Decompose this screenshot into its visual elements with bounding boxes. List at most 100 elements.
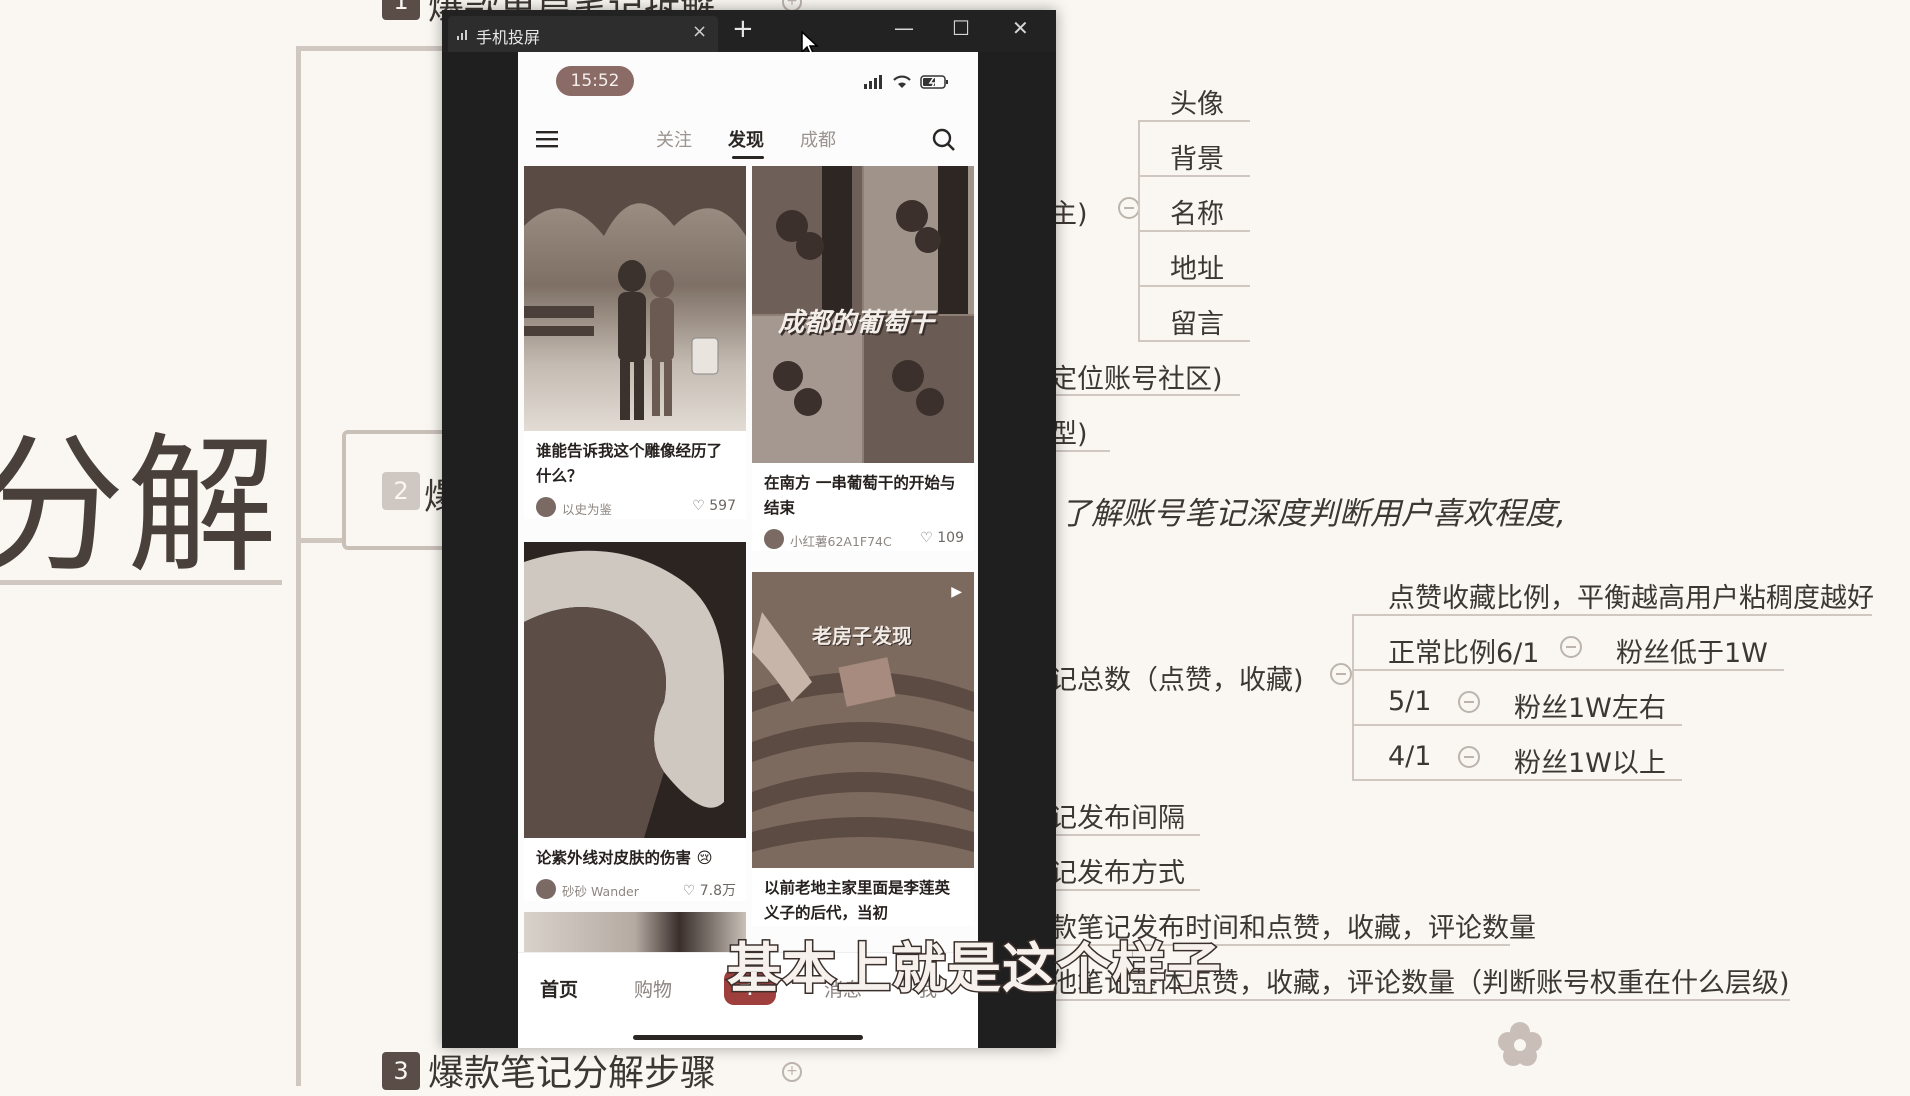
nav-home[interactable]: 首页	[540, 975, 578, 1002]
ratio-title: 点赞收藏比例，平衡越高用户粘稠度越好	[1388, 583, 1874, 614]
item-underline	[1352, 779, 1682, 781]
collapse-icon[interactable]	[1458, 746, 1480, 768]
profile-item[interactable]: 背景	[1170, 137, 1224, 176]
ratio-fans[interactable]: 粉丝1W左右	[1514, 686, 1666, 725]
like-count: 7.8万	[699, 883, 736, 899]
battery-icon	[920, 75, 948, 89]
item-underline	[1138, 285, 1250, 287]
item-underline	[1138, 340, 1250, 342]
tab-discover[interactable]: 发现	[728, 126, 764, 152]
item-underline	[1050, 394, 1240, 396]
tab-follow[interactable]: 关注	[656, 126, 692, 152]
avatar[interactable]	[764, 529, 784, 549]
card-photo: 老房子发现 ▶	[752, 572, 974, 868]
connector-line	[0, 580, 282, 585]
phone-screen: 15:52 关注 发现 成都 谁能告诉我这个雕像经历了什么？ 以史为鉴 ♡ 59…	[518, 52, 978, 1048]
like-count: 109	[937, 530, 964, 546]
ratio-value[interactable]: 5/1	[1388, 686, 1431, 717]
flower-logo-icon	[1498, 1022, 1542, 1066]
window-titlebar[interactable]: 手机投屏 × + — ☐ ✕	[442, 10, 1056, 52]
avatar[interactable]	[536, 497, 556, 517]
collapse-icon[interactable]	[1330, 663, 1352, 685]
branch-total-label[interactable]: 记总数（点赞，收藏)	[1050, 658, 1304, 697]
search-icon[interactable]	[932, 128, 956, 152]
active-tab-indicator	[732, 156, 764, 159]
feed-card[interactable]: 老房子发现 ▶ 以前老地主家里面是李莲英义子的后代，当初	[752, 572, 974, 926]
item-underline	[1050, 450, 1110, 452]
item-underline	[1138, 120, 1250, 122]
profile-item[interactable]: 地址	[1170, 247, 1224, 286]
card-overlay-text: 老房子发现	[812, 624, 912, 648]
feed-card[interactable]: 成都的葡萄干 在南方 一串葡萄干的开始与结束 小红薯62A1F74C ♡ 109	[752, 166, 974, 551]
ratio-fans[interactable]: 粉丝1W以上	[1514, 741, 1666, 780]
item-underline	[1138, 230, 1250, 232]
item-underline	[1352, 724, 1682, 726]
card-likes[interactable]: ♡ 7.8万	[683, 880, 736, 900]
branch-interval-label[interactable]: 记发布间隔	[1050, 796, 1185, 835]
card-title: 在南方 一串葡萄干的开始与结束	[764, 474, 956, 517]
connector-line	[296, 46, 446, 51]
like-count: 597	[709, 498, 736, 514]
minimize-icon[interactable]: —	[894, 16, 914, 40]
tab-close-icon[interactable]: ×	[692, 21, 707, 42]
profile-item[interactable]: 留言	[1170, 302, 1224, 341]
item-underline	[1352, 669, 1784, 671]
close-icon[interactable]: ✕	[1012, 16, 1029, 40]
item-underline	[1050, 889, 1200, 891]
card-photo	[524, 166, 746, 431]
italic-note: 了解账号笔记深度判断用户喜欢程度,	[1060, 496, 1566, 532]
tab-title: 手机投屏	[476, 28, 541, 47]
avatar[interactable]	[536, 879, 556, 899]
status-icons	[864, 72, 950, 92]
wifi-icon	[893, 75, 911, 88]
maximize-icon[interactable]: ☐	[952, 16, 970, 40]
connector-line	[1352, 614, 1354, 779]
card-likes[interactable]: ♡ 109	[920, 530, 964, 546]
collapse-icon[interactable]	[1560, 636, 1582, 658]
tab-city[interactable]: 成都	[800, 126, 836, 152]
collapse-icon[interactable]	[1118, 197, 1140, 219]
profile-item[interactable]: 头像	[1170, 82, 1224, 121]
item-underline	[1050, 834, 1200, 836]
ratio-fans[interactable]: 粉丝低于1W	[1616, 631, 1768, 670]
item-underline	[1138, 175, 1250, 177]
status-time: 15:52	[556, 66, 634, 96]
menu-icon[interactable]	[536, 130, 558, 148]
new-tab-icon[interactable]: +	[732, 14, 754, 44]
item-underline	[1352, 614, 1872, 616]
root-title: 分解	[0, 420, 280, 594]
collapse-icon[interactable]	[1458, 691, 1480, 713]
emoji-icon: 😢	[696, 849, 713, 867]
skin-image-icon	[524, 542, 746, 838]
top-nav: 关注 发现 成都	[518, 114, 978, 164]
feed-card[interactable]: 谁能告诉我这个雕像经历了什么？ 以史为鉴 ♡ 597	[524, 166, 746, 519]
ratio-value[interactable]: 4/1	[1388, 741, 1431, 772]
branch-locate-label[interactable]: 定位账号社区)	[1050, 357, 1223, 396]
feed-card[interactable]	[524, 912, 746, 952]
statue-image-icon	[524, 166, 746, 420]
branch-method-label[interactable]: 记发布方式	[1050, 851, 1185, 890]
video-play-icon[interactable]: ▶	[951, 584, 962, 600]
card-title: 以前老地主家里面是李莲英义子的后代，当初	[764, 879, 951, 922]
connector-line	[296, 46, 301, 1086]
profile-item[interactable]: 名称	[1170, 192, 1224, 231]
window-tab[interactable]: 手机投屏 ×	[448, 16, 718, 52]
expand-icon[interactable]: +	[782, 1062, 802, 1082]
cell-signal-icon	[864, 75, 882, 89]
card-photo	[524, 912, 746, 952]
feed-card[interactable]: 论紫外线对皮肤的伤害 😢 砂砂 Wander ♡ 7.8万	[524, 542, 746, 901]
topic-number-1: 1	[382, 0, 420, 20]
card-photo	[524, 542, 746, 838]
roof-tiles-image-icon	[752, 572, 974, 868]
topic-heading-3[interactable]: 爆款笔记分解步骤	[428, 1044, 716, 1096]
ratio-value[interactable]: 正常比例6/1	[1388, 631, 1539, 670]
card-author[interactable]: 小红薯62A1F74C	[790, 531, 892, 550]
card-title: 论紫外线对皮肤的伤害 😢	[536, 849, 713, 867]
card-photo: 成都的葡萄干	[752, 166, 974, 463]
home-indicator	[633, 1035, 863, 1040]
nav-shopping[interactable]: 购物	[634, 975, 672, 1002]
card-overlay-text: 成都的葡萄干	[778, 308, 935, 338]
card-author[interactable]: 以史为鉴	[562, 499, 612, 518]
card-author[interactable]: 砂砂 Wander	[562, 881, 639, 900]
card-likes[interactable]: ♡ 597	[692, 498, 736, 514]
